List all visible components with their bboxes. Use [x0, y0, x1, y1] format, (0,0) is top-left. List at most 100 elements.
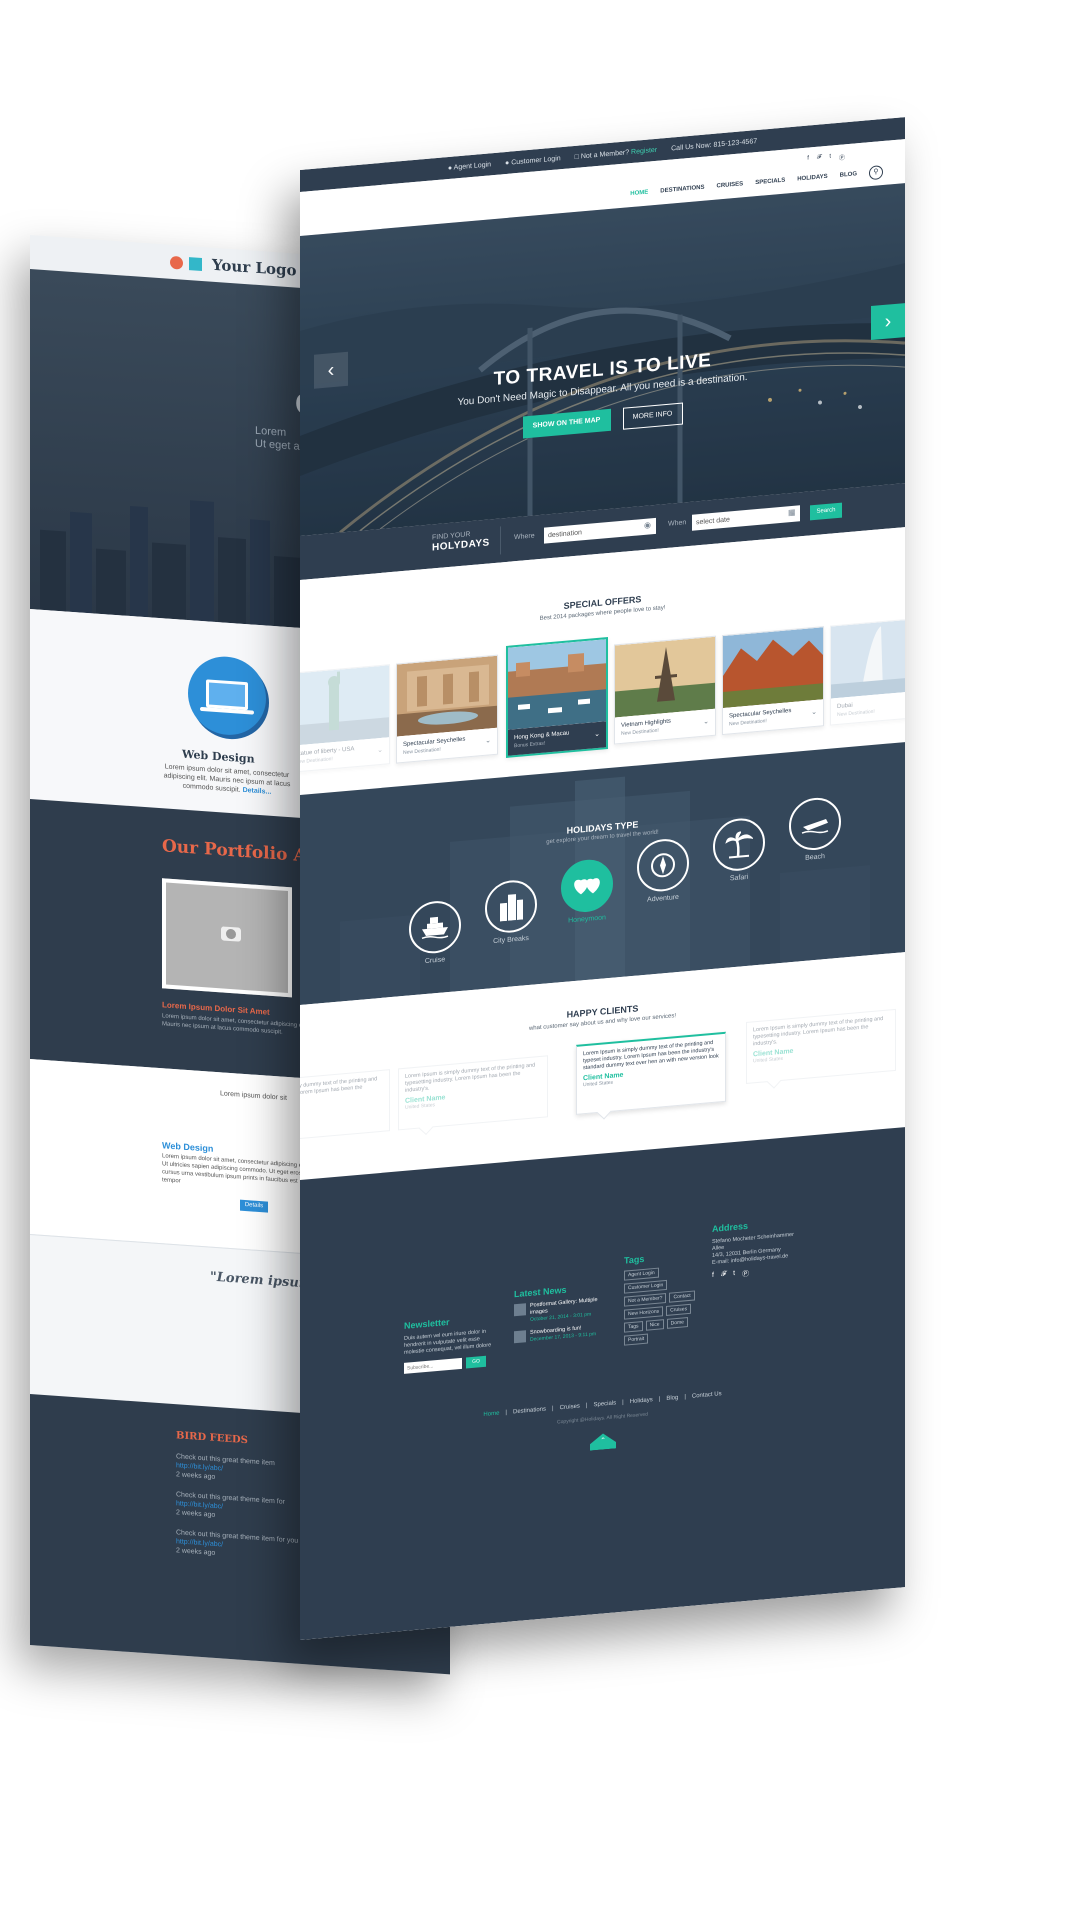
search-icon[interactable]: ⚲	[869, 164, 883, 181]
offer-tag: New Destination!	[729, 718, 767, 728]
pinterest-icon[interactable]: Ⓟ	[742, 1269, 749, 1280]
twitter-icon[interactable]: 𝓕	[817, 154, 821, 163]
tag-item[interactable]: Cruises	[666, 1303, 692, 1316]
twitter-icon[interactable]: 𝓕	[721, 1271, 726, 1281]
tag-cloud: Agent Login Customer Login Not a Member?…	[624, 1264, 704, 1346]
nav-home[interactable]: HOME	[630, 190, 648, 198]
buildings-icon	[485, 878, 537, 935]
laptop-icon	[188, 654, 266, 738]
chevron-down-icon[interactable]: ⌄	[594, 730, 600, 739]
footer-nav-specials[interactable]: Specials	[593, 1400, 616, 1408]
offer-tag: New Destination!	[403, 746, 441, 756]
tumblr-icon[interactable]: t	[829, 154, 831, 163]
offer-card[interactable]: Spectacular Seychelles New Destination! …	[722, 626, 824, 736]
details-button[interactable]: Details	[240, 1199, 268, 1213]
offer-card[interactable]: Dubai New Destination! ⌄	[830, 616, 905, 726]
testimonial-card: Lorem Ipsum is simply dummy text of the …	[300, 1069, 390, 1145]
customer-login-link[interactable]: ● Customer Login	[505, 155, 561, 167]
footer-nav-separator: |	[684, 1394, 686, 1401]
tags-column: Tags Agent Login Customer Login Not a Me…	[624, 1249, 704, 1346]
news-thumbnail	[514, 1330, 526, 1344]
offer-name: Dubai	[837, 702, 853, 711]
search-button[interactable]: Search	[810, 502, 842, 521]
latest-news-column: Latest News Postformat Gallery: Multiple…	[514, 1281, 614, 1352]
holiday-type-safari[interactable]: Safari	[706, 816, 772, 885]
testimonial-card: Lorem Ipsum is simply dummy text of the …	[746, 1008, 896, 1089]
calendar-icon: ▦	[788, 507, 796, 518]
footer-nav-home[interactable]: Home	[483, 1411, 499, 1418]
address-column: Address Stefano Mocheter Scheinhammer Al…	[712, 1216, 802, 1282]
footer-nav-destinations[interactable]: Destinations	[513, 1406, 546, 1415]
nav-holidays[interactable]: HOLIDAYS	[797, 174, 827, 183]
tag-item[interactable]: Portrait	[624, 1333, 649, 1346]
hong-kong-harbor-photo	[508, 639, 606, 730]
holiday-type-city-breaks[interactable]: City Breaks	[478, 878, 544, 947]
testimonial-text: Lorem Ipsum is simply dummy text of the …	[300, 1076, 378, 1100]
scroll-to-top-button[interactable]: ⌃	[590, 1432, 616, 1450]
tag-item[interactable]: Customer Login	[624, 1279, 668, 1294]
tag-item[interactable]: Nice	[645, 1319, 664, 1331]
tumblr-icon[interactable]: t	[733, 1270, 735, 1280]
holiday-type-cruise[interactable]: Cruise	[402, 898, 468, 967]
holiday-type-adventure[interactable]: Adventure	[630, 836, 696, 905]
testimonial-pointer	[596, 1105, 612, 1120]
nav-specials[interactable]: SPECIALS	[755, 178, 785, 187]
date-input[interactable]	[692, 505, 800, 531]
testimonial-pointer	[418, 1120, 434, 1136]
news-item[interactable]: Postformat Gallery: Multiple images Octo…	[514, 1296, 614, 1325]
globe-icon: ◉	[644, 520, 651, 530]
nav-destinations[interactable]: DESTINATIONS	[660, 185, 704, 195]
front-page-mockup: ● Agent Login ● Customer Login □ Not a M…	[300, 117, 905, 1641]
dubai-photo	[831, 617, 905, 699]
offer-card-featured[interactable]: Hong Kong & Macau Bonus Extras! ⌄	[506, 637, 608, 758]
subscribe-input[interactable]	[404, 1357, 462, 1374]
holiday-type-beach[interactable]: Beach	[782, 795, 848, 864]
subscribe-go-button[interactable]: GO	[466, 1355, 486, 1369]
nav-cruises[interactable]: CRUISES	[717, 181, 744, 189]
logo-text: Your Logo	[212, 255, 297, 280]
offer-card[interactable]: Vietnam Highlights New Destination! ⌄	[614, 635, 716, 745]
subscribe-form: GO	[404, 1355, 499, 1374]
back-hero-sub-line: Ut eget a	[255, 437, 300, 453]
footer-nav: Home | Destinations | Cruises | Specials | H…	[300, 1375, 905, 1434]
nav-blog[interactable]: BLOG	[840, 171, 857, 179]
holiday-type-honeymoon[interactable]: Honeymoon	[554, 857, 620, 926]
content-text: Lorem ipsum dolor sit amet, consectetur …	[162, 1153, 311, 1185]
tag-item[interactable]: Contact	[669, 1290, 695, 1303]
not-member-text: □ Not a Member? Register	[574, 146, 658, 161]
chevron-down-icon[interactable]: ⌄	[377, 746, 383, 755]
service-details-link[interactable]: Details...	[243, 787, 272, 796]
ship-icon	[409, 898, 461, 956]
tag-item[interactable]: Agent Login	[624, 1267, 659, 1281]
testimonial-card-featured: Lorem Ipsum is simply dummy text of the …	[576, 1031, 726, 1120]
pinterest-icon[interactable]: Ⓟ	[839, 152, 845, 162]
chevron-down-icon[interactable]: ⌄	[811, 708, 817, 717]
register-link[interactable]: Register	[631, 146, 657, 155]
agent-login-link[interactable]: ● Agent Login	[448, 161, 491, 172]
news-item[interactable]: Snowboarding is fun! December 17, 2013 -…	[514, 1323, 614, 1345]
footer-nav-cruises[interactable]: Cruises	[560, 1404, 580, 1412]
facebook-icon[interactable]: f	[807, 155, 809, 164]
tag-item[interactable]: Dome	[666, 1317, 688, 1329]
chevron-down-icon[interactable]: ⌄	[703, 717, 709, 726]
portfolio-thumbnail[interactable]	[162, 878, 292, 998]
logo-square-icon	[189, 256, 202, 271]
offer-card[interactable]: Statue of liberty - USA New Destination!…	[300, 664, 390, 774]
news-thumbnail	[514, 1303, 526, 1317]
newsletter-text: Duis autem vel eum iriure dolor in hendr…	[404, 1328, 492, 1356]
facebook-icon[interactable]: f	[712, 1272, 714, 1282]
chevron-down-icon[interactable]: ⌄	[485, 736, 491, 745]
footer-nav-separator: |	[585, 1402, 588, 1409]
find-holidays-label: FIND YOUR HOLYDAYS	[432, 528, 490, 554]
logo-circle-icon	[170, 255, 183, 270]
tag-item[interactable]: Tags	[624, 1321, 643, 1333]
footer-nav-blog[interactable]: Blog	[666, 1395, 678, 1402]
service-title: Web Design	[182, 747, 255, 766]
hearts-icon	[561, 857, 613, 915]
footer-nav-holidays[interactable]: Holidays	[630, 1397, 653, 1405]
destination-input[interactable]	[544, 517, 656, 544]
tag-item[interactable]: New Horizons	[624, 1306, 664, 1320]
offer-card[interactable]: Spectacular Seychelles New Destination! …	[396, 654, 498, 764]
footer-nav-contact[interactable]: Contact Us	[692, 1391, 722, 1400]
tag-item[interactable]: Not a Member?	[624, 1292, 667, 1307]
